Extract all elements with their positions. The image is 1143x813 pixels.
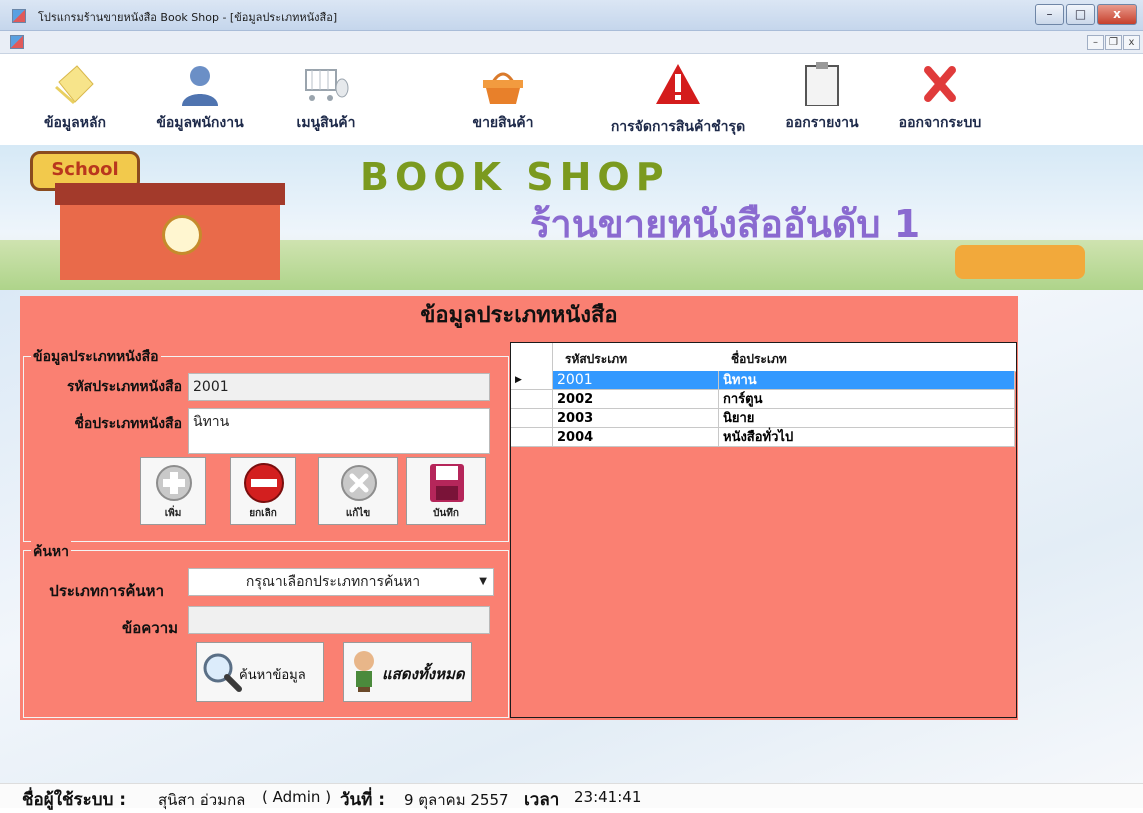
school-bus [955, 245, 1085, 279]
edit-button[interactable]: แก้ไข [318, 457, 398, 525]
note-icon [55, 65, 94, 104]
grid-corner-cell [511, 343, 553, 371]
search-group-legend: ค้นหา [31, 541, 72, 563]
user-label: ชื่อผู้ใช้ระบบ : [22, 790, 127, 810]
floppy-disk-icon [430, 464, 464, 502]
form-title: ข้อมูลประเภทหนังสือ [420, 303, 618, 328]
minus-icon [244, 463, 284, 503]
mdi-menu-bar: – ❐ x [0, 31, 1143, 54]
chevron-down-icon: ▼ [479, 576, 487, 587]
toolbar-label: ข้อมูลหลัก [43, 115, 107, 131]
table-row[interactable]: 2003 นิยาย [511, 409, 1015, 428]
column-header-name[interactable]: ชื่อประเภท [731, 350, 787, 369]
cell-code[interactable]: 2004 [553, 428, 719, 447]
row-header [511, 428, 553, 447]
grid-header: รหัสประเภท ชื่อประเภท [511, 343, 1016, 372]
magnifier-icon [203, 653, 242, 692]
toolbar-product-menu[interactable]: เมนูสินค้า [278, 54, 374, 144]
window-title-bar: โปรแกรมร้านขายหนังสือ Book Shop - [ข้อมู… [0, 0, 1143, 31]
school-roof [55, 183, 285, 205]
toolbar-employee[interactable]: ข้อมูลพนักงาน [140, 54, 260, 144]
toolbar-label: ขายสินค้า [472, 115, 534, 131]
show-all-button[interactable]: แสดงทั้งหมด [343, 642, 472, 702]
save-button-label: บันทึก [433, 508, 459, 519]
cancel-button[interactable]: ยกเลิก [230, 457, 296, 525]
search-text-label: ข้อความ [121, 619, 178, 637]
cell-name[interactable]: หนังสือทั่วไป [719, 428, 1015, 447]
window-title: โปรแกรมร้านขายหนังสือ Book Shop - [ข้อมู… [38, 11, 338, 24]
time-value: 23:41:41 [574, 788, 642, 806]
search-type-label: ประเภทการค้นหา [49, 582, 164, 600]
mdi-minimize-button[interactable]: – [1087, 35, 1104, 50]
add-button[interactable]: เพิ่ม [140, 457, 206, 525]
cell-name[interactable]: นิทาน [719, 371, 1015, 390]
search-button-label: ค้นหาข้อมูล [239, 668, 306, 683]
toolbar-sell[interactable]: ขายสินค้า [458, 54, 548, 144]
cart-mouse-icon [305, 69, 349, 101]
close-button[interactable]: x [1097, 4, 1137, 25]
category-data-grid[interactable]: รหัสประเภท ชื่อประเภท ▶ 2001 นิทาน 2002 … [510, 342, 1017, 718]
cell-name[interactable]: การ์ตูน [719, 390, 1015, 409]
warning-icon [656, 64, 700, 104]
status-bar: ชื่อผู้ใช้ระบบ : สุนิสา อ่วมกล ( Admin )… [0, 783, 1143, 810]
time-label: เวลา [524, 790, 560, 810]
x-icon [341, 465, 377, 501]
mdi-child-icon [10, 35, 24, 49]
toolbar-label: การจัดการสินค้าชำรุด [610, 119, 746, 135]
row-header [511, 409, 553, 428]
code-label: รหัสประเภทหนังสือ [66, 379, 182, 395]
main-toolbar: ข้อมูลหลัก ข้อมูลพนักงาน เมนูสินค้า ขายส… [0, 54, 1143, 144]
add-button-label: เพิ่ม [164, 508, 182, 519]
row-header [511, 390, 553, 409]
toolbar-label: ออกรายงาน [785, 115, 859, 131]
mdi-restore-button[interactable]: ❐ [1105, 35, 1122, 50]
row-header-selected-icon: ▶ [511, 371, 553, 390]
banner-image: School BOOK SHOP ร้านขายหนังสืออันดับ 1 [0, 145, 1143, 290]
search-text-input[interactable] [188, 606, 490, 634]
toolbar-label: ข้อมูลพนักงาน [156, 115, 244, 131]
clock-icon [162, 215, 202, 255]
minimize-button[interactable]: – [1035, 4, 1064, 25]
cell-code[interactable]: 2001 [553, 371, 719, 390]
table-row[interactable]: 2002 การ์ตูน [511, 390, 1015, 409]
info-group-legend: ข้อมูลประเภทหนังสือ [31, 346, 161, 368]
table-row[interactable]: 2004 หนังสือทั่วไป [511, 428, 1015, 447]
search-type-value: กรุณาเลือกประเภทการค้นหา [245, 574, 421, 590]
maximize-button[interactable]: □ [1066, 4, 1095, 25]
code-field[interactable]: 2001 [188, 373, 490, 401]
cell-code[interactable]: 2003 [553, 409, 719, 428]
edit-button-label: แก้ไข [345, 508, 371, 519]
show-all-button-label: แสดงทั้งหมด [382, 665, 465, 683]
date-value: 9 ตุลาคม 2557 [404, 791, 509, 809]
date-label: วันที่ : [340, 790, 386, 810]
app-icon [12, 9, 26, 23]
table-row[interactable]: ▶ 2001 นิทาน [511, 371, 1015, 390]
toolbar-logout[interactable]: ออกจากระบบ [898, 54, 982, 144]
cell-code[interactable]: 2002 [553, 390, 719, 409]
person-icon [182, 66, 218, 106]
name-field[interactable]: นิทาน [188, 408, 490, 454]
cell-name[interactable]: นิยาย [719, 409, 1015, 428]
toolbar-master-data[interactable]: ข้อมูลหลัก [26, 54, 124, 144]
name-label: ชื่อประเภทหนังสือ [74, 416, 182, 432]
mdi-close-button[interactable]: x [1123, 35, 1140, 50]
plus-icon [156, 465, 192, 501]
cartoon-man-icon [354, 651, 374, 692]
clipboard-icon [805, 62, 839, 106]
book-category-form: ข้อมูลประเภทหนังสือ ข้อมูลประเภทหนังสือ … [20, 296, 1018, 720]
toolbar-label: ออกจากระบบ [898, 115, 982, 131]
toolbar-report[interactable]: ออกรายงาน [774, 54, 870, 144]
user-role: ( Admin ) [262, 788, 332, 806]
cancel-button-label: ยกเลิก [249, 508, 277, 519]
close-icon [924, 66, 956, 102]
basket-icon [483, 72, 523, 104]
toolbar-damaged[interactable]: การจัดการสินค้าชำรุด [596, 54, 760, 144]
search-type-select[interactable]: กรุณาเลือกประเภทการค้นหา ▼ [188, 568, 494, 596]
toolbar-label: เมนูสินค้า [296, 115, 356, 131]
save-button[interactable]: บันทึก [406, 457, 486, 525]
search-button[interactable]: ค้นหาข้อมูล [196, 642, 324, 702]
banner-subtitle: ร้านขายหนังสืออันดับ 1 [530, 202, 921, 246]
user-value: สุนิสา อ่วมกล [158, 791, 246, 809]
column-header-code[interactable]: รหัสประเภท [565, 350, 627, 369]
